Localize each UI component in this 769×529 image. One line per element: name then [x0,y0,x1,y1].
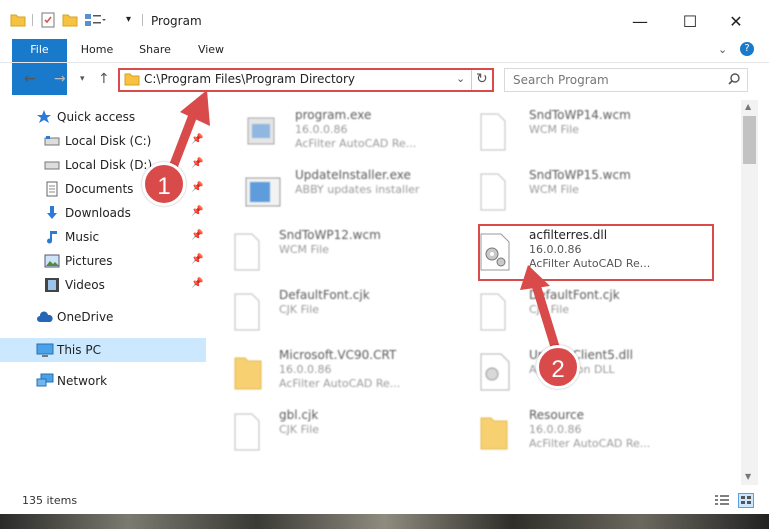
explorer-window: ▾ Program — ☐ ✕ File Home Share View ⌄ ?… [0,0,769,529]
step-1-badge: 1 [142,162,186,206]
step-2-badge: 2 [536,345,580,389]
arrow-shaft-2 [531,280,561,355]
annotation-arrows [165,90,561,355]
arrowhead-2-icon [520,265,550,290]
